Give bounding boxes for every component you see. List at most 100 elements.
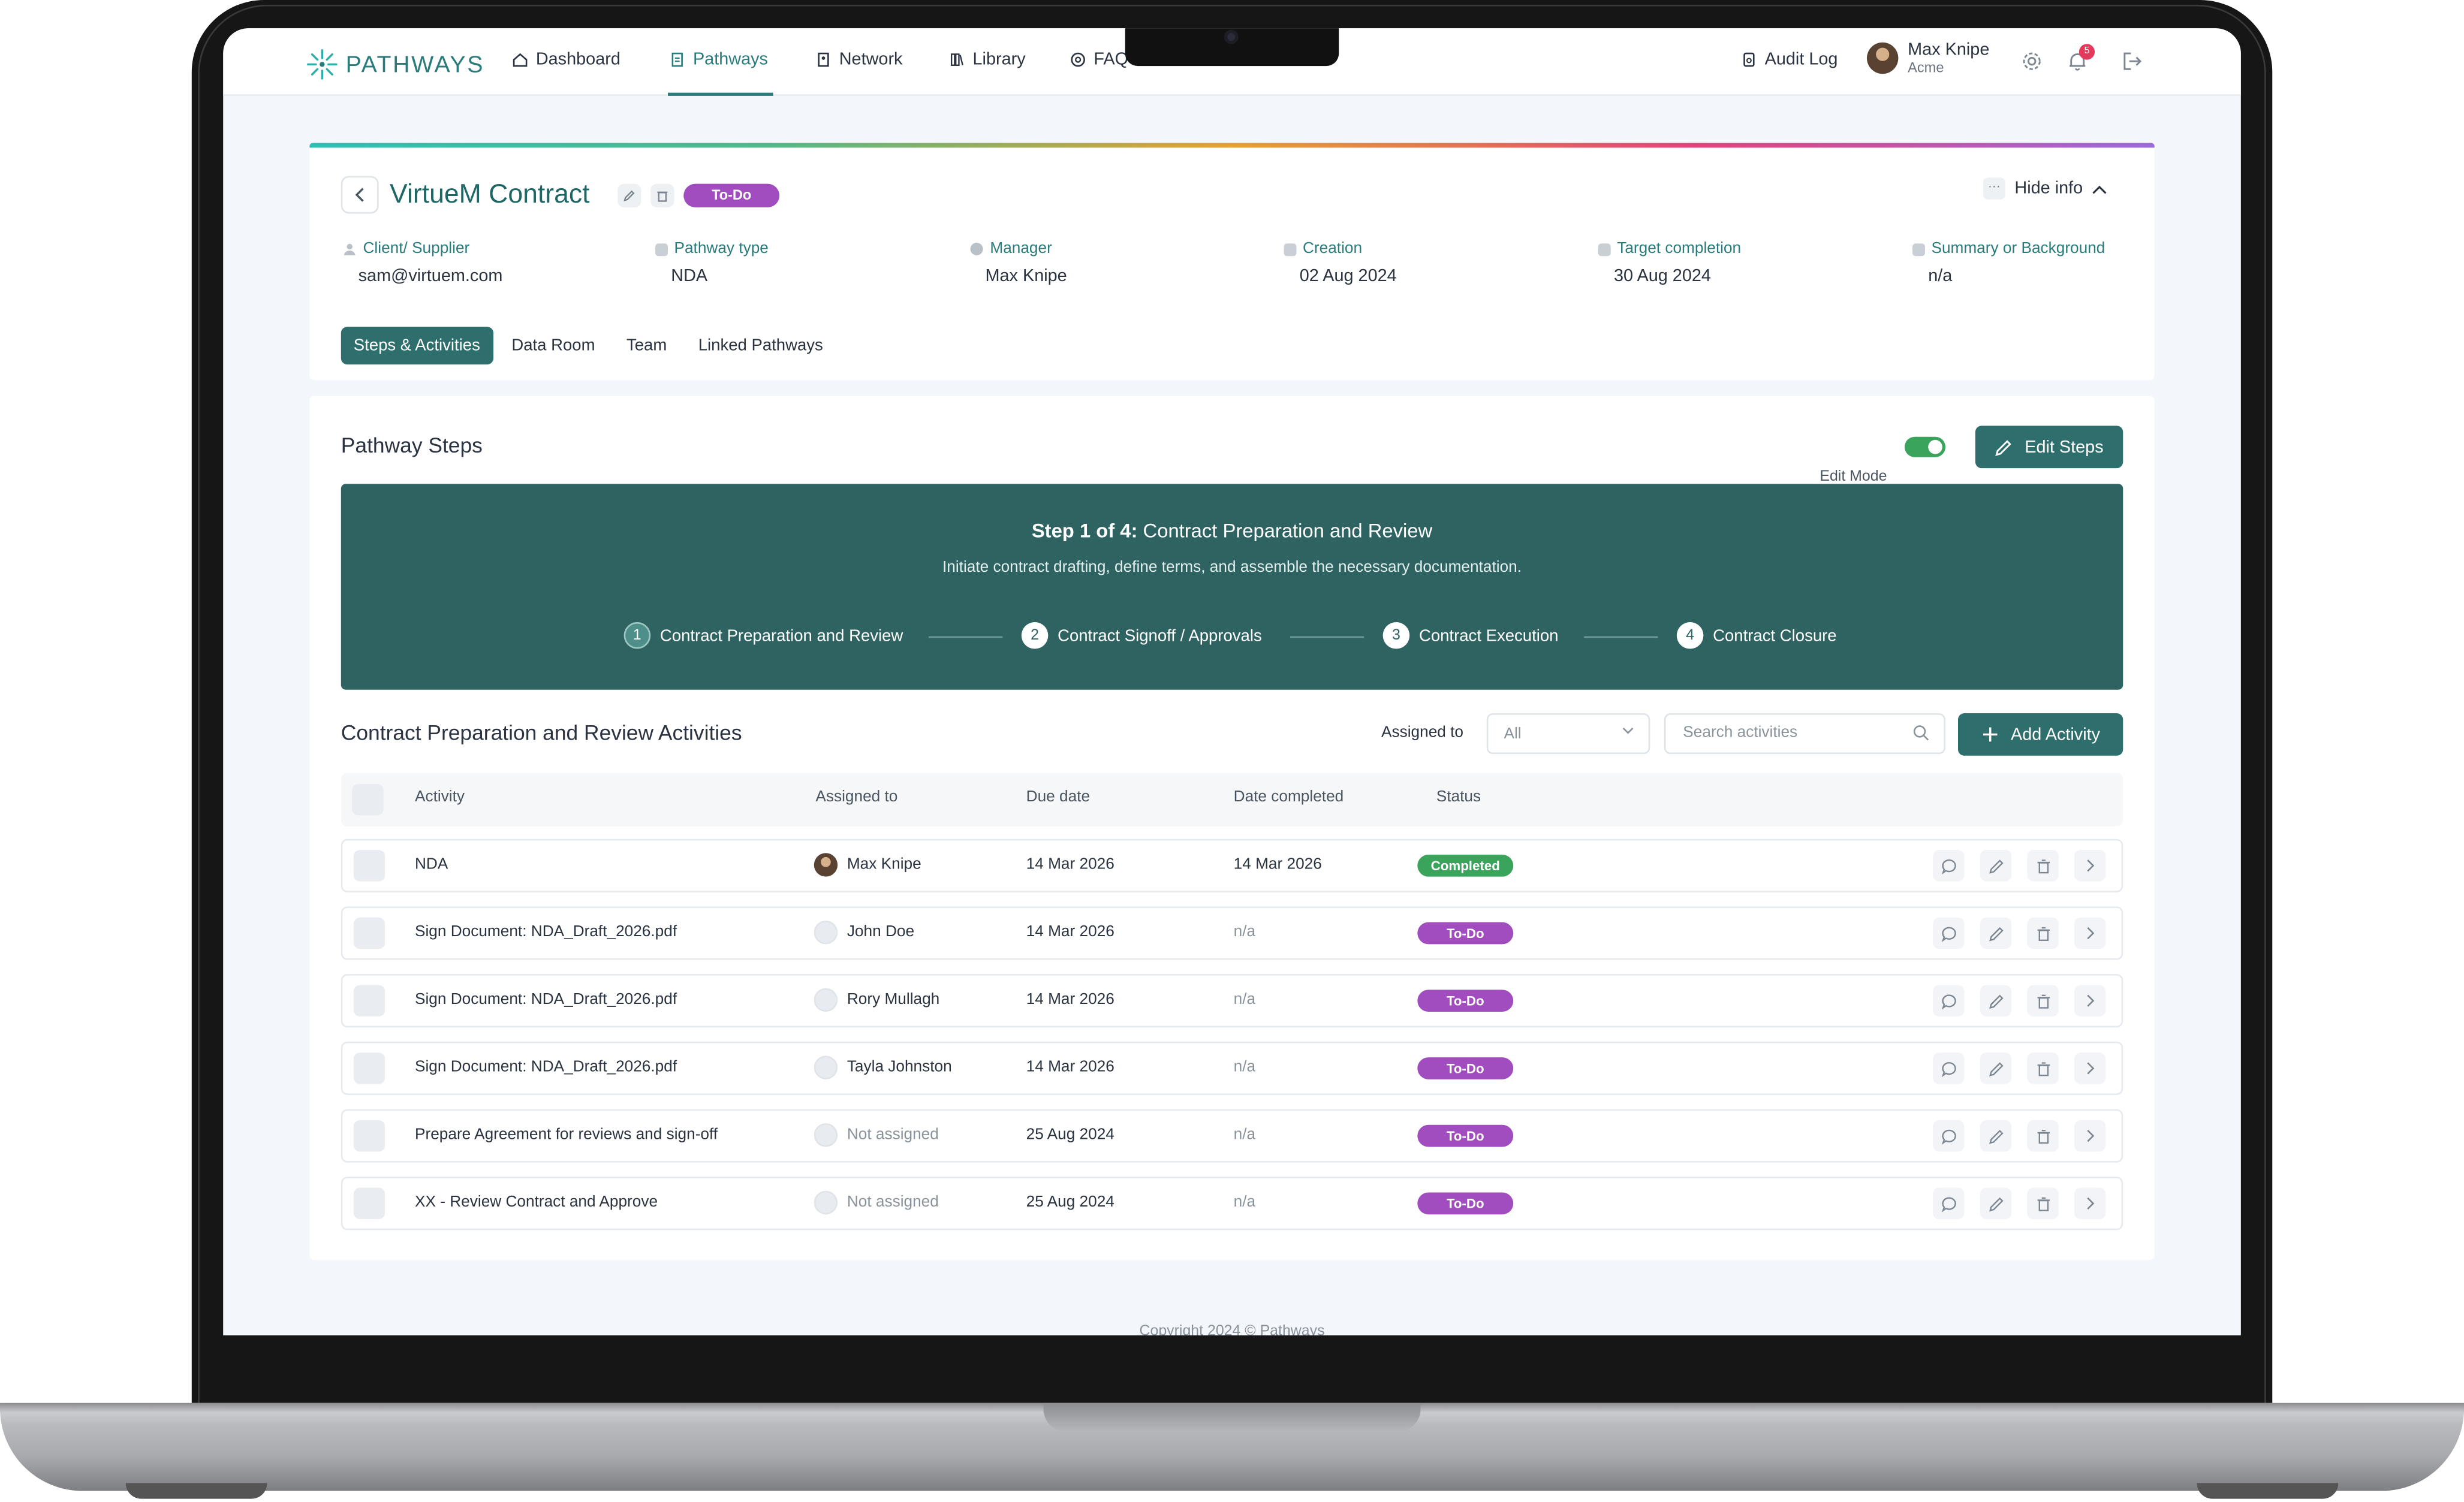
nav-pathways[interactable]: Pathways: [670, 50, 768, 69]
current-step-prefix: Step 1 of 4:: [1031, 520, 1138, 542]
meta-summary: Summary or Background n/a: [1912, 240, 2105, 286]
due-date: 14 Mar 2026: [1026, 856, 1114, 874]
edit-button[interactable]: [1980, 850, 2012, 882]
hide-info-toggle[interactable]: ··· Hide info: [1983, 177, 2108, 200]
delete-pathway-button[interactable]: [650, 183, 674, 207]
trash-icon: [657, 191, 668, 202]
col-due-date[interactable]: Due date: [1026, 789, 1090, 806]
logout-button[interactable]: [2122, 50, 2144, 73]
select-all-checkbox[interactable]: [352, 783, 384, 816]
table-row[interactable]: NDA Max Knipe 14 Mar 2026 14 Mar 2026 Co…: [341, 839, 2123, 892]
tab-team[interactable]: Team: [614, 327, 679, 364]
nav-faq[interactable]: FAQ: [1070, 50, 1128, 69]
comment-button[interactable]: [1933, 1187, 1965, 1220]
delete-button[interactable]: [2027, 917, 2059, 949]
pencil-icon: [1996, 439, 2012, 456]
assignee-name: Max Knipe: [847, 856, 921, 874]
activity-name: Prepare Agreement for reviews and sign-o…: [414, 1126, 718, 1144]
rename-button[interactable]: [617, 183, 641, 207]
search-activities: [1664, 713, 1946, 755]
step-item-3[interactable]: 3 Contract Execution: [1382, 622, 1558, 649]
table-row[interactable]: Sign Document: NDA_Draft_2026.pdf Tayla …: [341, 1041, 2123, 1095]
row-checkbox[interactable]: [353, 1052, 385, 1084]
step-number: 1: [623, 622, 651, 649]
chevron-right-icon: [2087, 1062, 2095, 1075]
delete-button[interactable]: [2027, 1052, 2059, 1084]
chevron-right-icon: [2087, 859, 2095, 872]
open-button[interactable]: [2074, 917, 2106, 949]
nav-dashboard[interactable]: Dashboard: [513, 50, 620, 69]
edit-button[interactable]: [1980, 1052, 2012, 1084]
delete-button[interactable]: [2027, 985, 2059, 1017]
row-checkbox[interactable]: [353, 1120, 385, 1152]
nav-network[interactable]: Network: [815, 50, 902, 69]
nav-dashboard-label: Dashboard: [535, 50, 620, 70]
comment-button[interactable]: [1933, 1120, 1965, 1152]
step-item-2[interactable]: 2 Contract Signoff / Approvals: [1021, 622, 1262, 649]
add-activity-button[interactable]: Add Activity: [1958, 713, 2123, 756]
table-row[interactable]: XX - Review Contract and Approve Not ass…: [341, 1177, 2123, 1230]
meta-creation-value: 02 Aug 2024: [1299, 267, 1397, 286]
row-checkbox[interactable]: [353, 850, 385, 882]
col-date-completed[interactable]: Date completed: [1234, 789, 1344, 806]
tab-linked-pathways[interactable]: Linked Pathways: [686, 327, 836, 364]
step-item-1[interactable]: 1 Contract Preparation and Review: [623, 622, 903, 649]
tab-steps-activities[interactable]: Steps & Activities: [341, 327, 493, 365]
col-activity[interactable]: Activity: [415, 789, 465, 806]
comment-button[interactable]: [1933, 917, 1965, 949]
open-button[interactable]: [2074, 1052, 2106, 1084]
tab-data-room[interactable]: Data Room: [499, 327, 607, 364]
row-actions: [1933, 850, 2106, 882]
open-button[interactable]: [2074, 1187, 2106, 1220]
row-checkbox[interactable]: [353, 917, 385, 949]
logo-icon: [307, 49, 338, 80]
settings-button[interactable]: [2021, 50, 2043, 73]
row-checkbox[interactable]: [353, 985, 385, 1017]
nav-library[interactable]: Library: [949, 50, 1026, 69]
edit-button[interactable]: [1980, 985, 2012, 1017]
user-menu[interactable]: Max Knipe Acme: [1866, 41, 1989, 76]
pencil-icon: [1988, 858, 2003, 873]
back-button[interactable]: [341, 176, 379, 214]
open-button[interactable]: [2074, 985, 2106, 1017]
comment-button[interactable]: [1933, 1052, 1965, 1084]
edit-button[interactable]: [1980, 917, 2012, 949]
table-row[interactable]: Prepare Agreement for reviews and sign-o…: [341, 1109, 2123, 1163]
logo[interactable]: PATHWAYS: [305, 47, 485, 82]
assigned-filter-select[interactable]: All: [1486, 713, 1650, 755]
current-step-heading: Step 1 of 4: Contract Preparation and Re…: [341, 520, 2123, 542]
status-badge: Completed: [1417, 854, 1514, 877]
comment-button[interactable]: [1933, 985, 1965, 1017]
comment-button[interactable]: [1933, 850, 1965, 882]
search-input[interactable]: [1680, 722, 1906, 743]
screen: PATHWAYS Dashboard Pathways Network Libr…: [223, 28, 2241, 1336]
meta-manager-label: Manager: [990, 240, 1052, 258]
audit-log-link[interactable]: Audit Log: [1741, 50, 1838, 69]
chevron-right-icon: [2087, 927, 2095, 940]
step-connector: [1584, 636, 1658, 638]
open-button[interactable]: [2074, 850, 2106, 882]
edit-mode-toggle[interactable]: [1904, 436, 1946, 457]
delete-button[interactable]: [2027, 850, 2059, 882]
pencil-icon: [1988, 1061, 2003, 1076]
table-row[interactable]: Sign Document: NDA_Draft_2026.pdf John D…: [341, 906, 2123, 960]
row-checkbox[interactable]: [353, 1187, 385, 1220]
delete-button[interactable]: [2027, 1120, 2059, 1152]
col-assigned-to[interactable]: Assigned to: [815, 789, 897, 806]
step-connector: [929, 636, 1003, 638]
meta-target-completion: Target completion 30 Aug 2024: [1598, 240, 1741, 286]
open-button[interactable]: [2074, 1120, 2106, 1152]
calendar-icon: [1284, 242, 1297, 255]
step-item-4[interactable]: 4 Contract Closure: [1676, 622, 1837, 649]
edit-steps-button[interactable]: Edit Steps: [1975, 426, 2123, 469]
table-row[interactable]: Sign Document: NDA_Draft_2026.pdf Rory M…: [341, 974, 2123, 1028]
laptop-foot: [125, 1483, 267, 1499]
assignee: Tayla Johnston: [814, 1055, 952, 1079]
edit-button[interactable]: [1980, 1187, 2012, 1220]
edit-button[interactable]: [1980, 1120, 2012, 1152]
col-status[interactable]: Status: [1436, 789, 1481, 806]
due-date: 14 Mar 2026: [1026, 1058, 1114, 1076]
logo-text: PATHWAYS: [345, 51, 485, 78]
delete-button[interactable]: [2027, 1187, 2059, 1220]
step-number: 3: [1382, 622, 1410, 649]
